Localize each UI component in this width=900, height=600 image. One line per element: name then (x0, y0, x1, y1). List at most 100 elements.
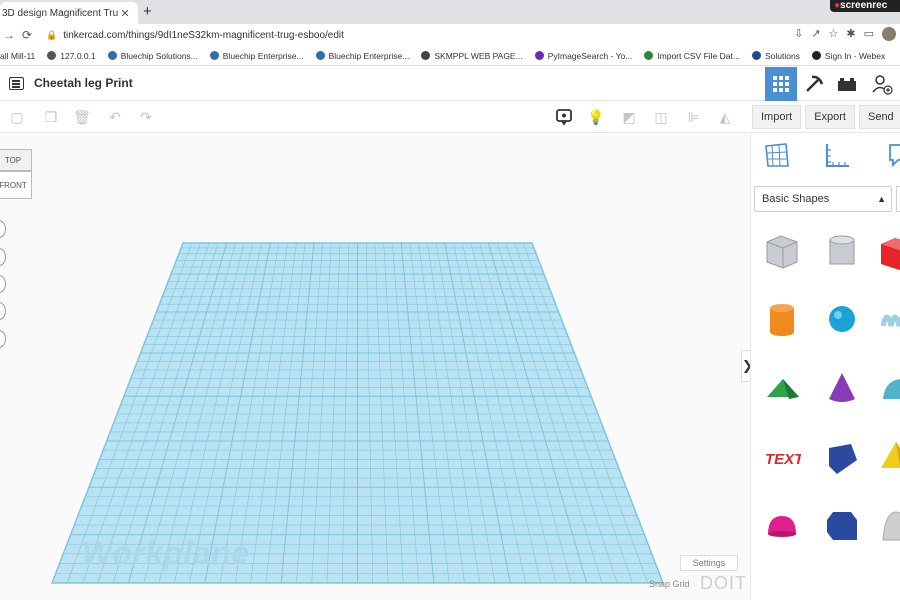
note-bubble-icon (556, 109, 572, 126)
text-icon: TEXT (765, 451, 805, 468)
bookmark-item[interactable]: all Mill-11 (0, 51, 35, 61)
shape-box[interactable] (877, 232, 900, 270)
workplane-settings-button[interactable]: Settings (680, 555, 738, 571)
shapes-panel: Basic Shapes ▲ TEXT (750, 133, 900, 600)
workplane-label: Workplane (82, 535, 250, 571)
mirror-icon[interactable]: ◭ (716, 108, 734, 126)
bookmarks-bar: all Mill-11 127.0.0.1 Bluechip Solutions… (0, 46, 900, 66)
new-tab-icon[interactable]: + (143, 4, 152, 20)
sphere-icon (829, 306, 855, 332)
notes-icon[interactable] (555, 108, 573, 126)
ungroup-icon[interactable]: ◫ (652, 108, 670, 126)
extensions-icon[interactable]: ✱ (846, 27, 855, 41)
ruler-icon (826, 144, 849, 167)
bookmark-item[interactable]: 127.0.0.1 (47, 50, 96, 61)
bookmark-item[interactable]: SKMPPL WEB PAGE... (421, 51, 523, 61)
shape-category-label: Basic Shapes (762, 193, 830, 205)
solutions-icon (751, 51, 761, 60)
add-user-button[interactable] (866, 67, 898, 101)
workplane-grid[interactable] (0, 133, 748, 600)
shape-cylinder[interactable] (763, 300, 801, 338)
browser-tab-strip: 3D design Magnificent Trug-Esbo ✕ + ●scr… (0, 0, 900, 24)
reload-icon[interactable]: ⟳ (18, 28, 36, 42)
bookmark-label: Bluechip Enterprise... (328, 50, 410, 61)
shape-scribble[interactable] (877, 300, 900, 338)
bookmark-item[interactable]: Bluechip Enterprise... (315, 50, 410, 61)
shape-polygon[interactable] (823, 506, 861, 544)
shape-half-sphere[interactable] (763, 506, 801, 544)
bookmark-label: Solutions (764, 50, 800, 61)
sidebar-icon[interactable]: ▭ (864, 27, 874, 41)
notes-tool-icon[interactable] (885, 142, 900, 170)
shape-round-roof[interactable] (877, 369, 900, 407)
share-icon[interactable]: ↗ (811, 27, 820, 41)
url-field[interactable]: 🔒 tinkercad.com/things/9dI1neS32km-magni… (46, 27, 766, 43)
ruler-tool-icon[interactable] (823, 142, 851, 170)
address-bar: → ⟳ 🔒 tinkercad.com/things/9dI1neS32km-m… (0, 24, 900, 46)
import-button[interactable]: Import (752, 105, 802, 129)
bookmark-star-icon[interactable]: ☆ (829, 27, 839, 41)
duplicate-icon[interactable]: ❐ (42, 108, 60, 126)
design-title[interactable]: Cheetah leg Print (34, 76, 133, 90)
roof-icon (767, 379, 799, 399)
profile-avatar[interactable] (882, 27, 896, 41)
bookmark-item[interactable]: PyImageSearch - Yo... (534, 51, 632, 61)
shape-sphere[interactable] (823, 300, 861, 338)
bluechip-icon (315, 51, 325, 60)
shape-cylinder-hole[interactable] (823, 232, 861, 270)
view-cube[interactable]: TOP FRONT (0, 149, 34, 201)
bookmark-item[interactable]: Bluechip Solutions... (107, 50, 198, 61)
workplane-tool-icon[interactable] (763, 142, 791, 170)
design-list-icon[interactable] (9, 77, 24, 90)
brick-icon (838, 78, 856, 91)
shape-category-select[interactable]: Basic Shapes ▲ (754, 186, 892, 212)
close-tab-icon[interactable]: ✕ (118, 7, 132, 20)
bookmark-label: Bluechip Enterprise... (222, 50, 304, 61)
shape-cone[interactable] (823, 369, 861, 407)
shape-generator-icon (829, 444, 857, 474)
bookmark-item[interactable]: Bluechip Enterprise... (209, 50, 304, 61)
search-shapes-field[interactable] (896, 186, 900, 212)
group-icon[interactable]: ◩ (620, 108, 638, 126)
blocks-button[interactable] (798, 67, 830, 101)
bookmark-label: 127.0.0.1 (60, 50, 96, 61)
bookmark-item[interactable]: Solutions (751, 50, 800, 61)
shape-box-hole[interactable] (763, 232, 801, 270)
delete-icon[interactable]: 🗑 (73, 108, 91, 126)
browser-tab[interactable]: 3D design Magnificent Trug-Esbo ✕ (0, 2, 138, 24)
send-to-button[interactable]: Send (858, 105, 900, 129)
bricks-button[interactable] (831, 67, 863, 101)
snap-grid-label[interactable]: Snap Grid (649, 579, 690, 589)
svg-text:TEXT: TEXT (765, 451, 801, 468)
3d-canvas[interactable]: Workplane TOP FRONT Settings Snap Grid D… (0, 133, 748, 600)
pyimagesearch-icon (534, 51, 544, 60)
align-icon[interactable]: ⊫ (685, 108, 703, 126)
tab-title: 3D design Magnificent Trug-Esbo (2, 7, 118, 19)
shape-pyramid[interactable] (877, 438, 900, 476)
redo-icon[interactable]: ↷ (137, 108, 155, 126)
shape-text[interactable]: TEXT (763, 438, 805, 476)
install-icon[interactable]: ⇩ (794, 27, 803, 41)
bluechip-icon (209, 51, 219, 60)
undo-icon[interactable]: ↶ (106, 108, 124, 126)
shape-roof[interactable] (763, 369, 801, 407)
url-text: tinkercad.com/things/9dI1neS32km-magnifi… (63, 29, 344, 41)
export-button[interactable]: Export (805, 105, 855, 129)
3d-view-button[interactable] (765, 67, 797, 101)
forward-icon[interactable]: → (0, 28, 18, 42)
view-cube-front[interactable]: FRONT (0, 171, 32, 199)
globe-icon (421, 51, 431, 60)
csv-icon (644, 51, 654, 60)
bookmark-item[interactable]: Sign In - Webex (811, 51, 885, 61)
shape-shape-generator[interactable] (823, 438, 861, 476)
bookmark-label: Bluechip Solutions... (120, 50, 198, 61)
view-cube-top[interactable]: TOP (0, 149, 32, 171)
light-bulb-icon[interactable]: 💡 (587, 108, 605, 126)
action-buttons: Import Export Send (750, 101, 900, 133)
cylinder-hole-icon (829, 235, 855, 265)
shape-paraboloid[interactable] (877, 506, 900, 544)
round-roof-icon (883, 379, 900, 399)
pyramid-icon (881, 442, 900, 468)
paste-icon[interactable]: ▢ (8, 108, 26, 126)
bookmark-item[interactable]: Import CSV File Dat... (644, 51, 740, 61)
